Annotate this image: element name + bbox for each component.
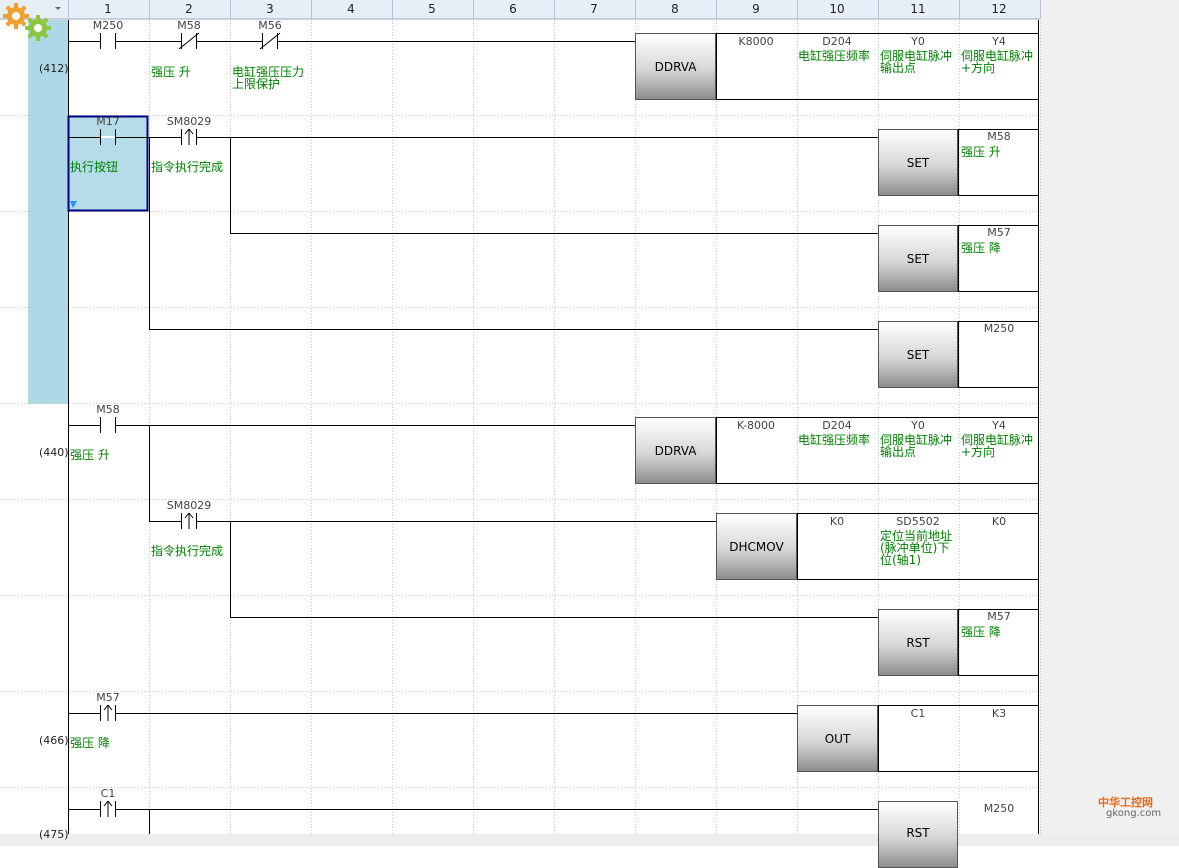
contact-device[interactable]: C1 xyxy=(101,787,116,800)
contact-device[interactable]: M58 xyxy=(96,403,120,416)
param-comment: 电缸强压频率 xyxy=(798,433,871,447)
contact-comment: 电缸强压压力上限保护 xyxy=(232,65,305,91)
contact-device[interactable]: SM8029 xyxy=(167,499,211,512)
param-value: Y4 xyxy=(992,35,1006,48)
param-comment: 伺服电缸脉冲输出点 xyxy=(880,49,953,75)
contact-comment: 指令执行完成 xyxy=(151,160,224,174)
column-header[interactable]: 5 xyxy=(428,2,436,16)
instruction-box[interactable]: DDRVA xyxy=(635,417,716,484)
param-value: C1 xyxy=(910,707,926,720)
param-value: K8000 xyxy=(738,35,774,48)
column-header[interactable]: 9 xyxy=(752,2,760,16)
watermark-site: gkong.com xyxy=(1106,808,1162,819)
set-instruction[interactable]: SET xyxy=(878,129,958,196)
contact-device[interactable]: M56 xyxy=(258,19,282,32)
step-number: (475) xyxy=(39,828,69,841)
step-number: (412) xyxy=(39,62,69,75)
contact-comment: 强压 升 xyxy=(70,448,110,462)
rst-instruction[interactable]: RST xyxy=(878,801,958,868)
column-header[interactable]: 11 xyxy=(910,2,925,16)
no-contact-icon[interactable] xyxy=(100,417,116,433)
column-header[interactable]: 4 xyxy=(347,2,355,16)
column-header[interactable]: 7 xyxy=(590,2,598,16)
coil-device: M58 xyxy=(987,130,1011,143)
param-comment: 电缸强压频率 xyxy=(798,49,871,63)
instruction-box[interactable]: OUT xyxy=(797,705,878,772)
param-comment: 伺服电缸脉冲+方向 xyxy=(961,49,1034,75)
step-number: (440) xyxy=(39,446,69,459)
rising-edge-contact-icon[interactable] xyxy=(181,512,197,529)
column-header[interactable]: 8 xyxy=(671,2,679,16)
param-comment: 定位当前地址(脉冲单位)下位(轴1) xyxy=(880,529,953,567)
param-value: Y4 xyxy=(992,419,1006,432)
contact-comment: 强压 降 xyxy=(70,736,110,750)
nc-contact-icon[interactable] xyxy=(178,32,200,50)
rst-instruction[interactable]: RST xyxy=(878,609,958,676)
gear-logo-icon xyxy=(3,3,51,41)
coil-comment: 强压 降 xyxy=(961,625,1001,639)
set-instruction[interactable]: SET xyxy=(878,321,958,388)
set-instruction[interactable]: SET xyxy=(878,225,958,292)
coil-comment: 强压 降 xyxy=(961,241,1001,255)
rising-edge-contact-icon[interactable] xyxy=(100,800,116,817)
coil-device: M250 xyxy=(983,802,1015,815)
param-value: D204 xyxy=(822,419,852,432)
contact-comment: 指令执行完成 xyxy=(151,544,224,558)
column-header[interactable]: 3 xyxy=(266,2,274,16)
column-header[interactable]: 6 xyxy=(509,2,517,16)
ladder-editor[interactable]: 1 2 3 4 5 6 7 8 9 10 11 12 (412) M250 M5… xyxy=(0,0,1179,868)
contact-comment: 强压 升 xyxy=(151,65,191,79)
param-value: K-8000 xyxy=(736,419,776,432)
rising-edge-contact-icon[interactable] xyxy=(100,704,116,721)
param-comment: 伺服电缸脉冲+方向 xyxy=(961,433,1034,459)
instruction-box[interactable]: DDRVA xyxy=(635,33,716,100)
coil-device: M250 xyxy=(983,322,1015,335)
coil-device: M57 xyxy=(987,610,1011,623)
contact-device[interactable]: M57 xyxy=(96,691,120,704)
param-value: Y0 xyxy=(911,35,925,48)
param-comment: 伺服电缸脉冲输出点 xyxy=(880,433,953,459)
column-header[interactable]: 10 xyxy=(829,2,844,16)
step-number: (466) xyxy=(39,734,69,747)
param-value: K3 xyxy=(991,707,1007,720)
coil-device: M57 xyxy=(987,226,1011,239)
param-value: K0 xyxy=(829,515,845,528)
param-value: SD5502 xyxy=(896,515,940,528)
param-value: Y0 xyxy=(911,419,925,432)
contact-comment: 执行按钮 xyxy=(70,160,119,174)
param-frame xyxy=(878,705,1039,772)
contact-device[interactable]: SM8029 xyxy=(167,115,211,128)
contact-device[interactable]: M17 xyxy=(96,115,120,128)
column-header[interactable]: 2 xyxy=(185,2,193,16)
instruction-box[interactable]: DHCMOV xyxy=(716,513,797,580)
contact-device[interactable]: M58 xyxy=(177,19,201,32)
param-value: K0 xyxy=(991,515,1007,528)
column-header[interactable]: 12 xyxy=(991,2,1006,16)
rising-edge-contact-icon[interactable] xyxy=(181,128,197,145)
nc-contact-icon[interactable] xyxy=(259,32,281,50)
param-value: D204 xyxy=(822,35,852,48)
coil-comment: 强压 升 xyxy=(961,145,1001,159)
